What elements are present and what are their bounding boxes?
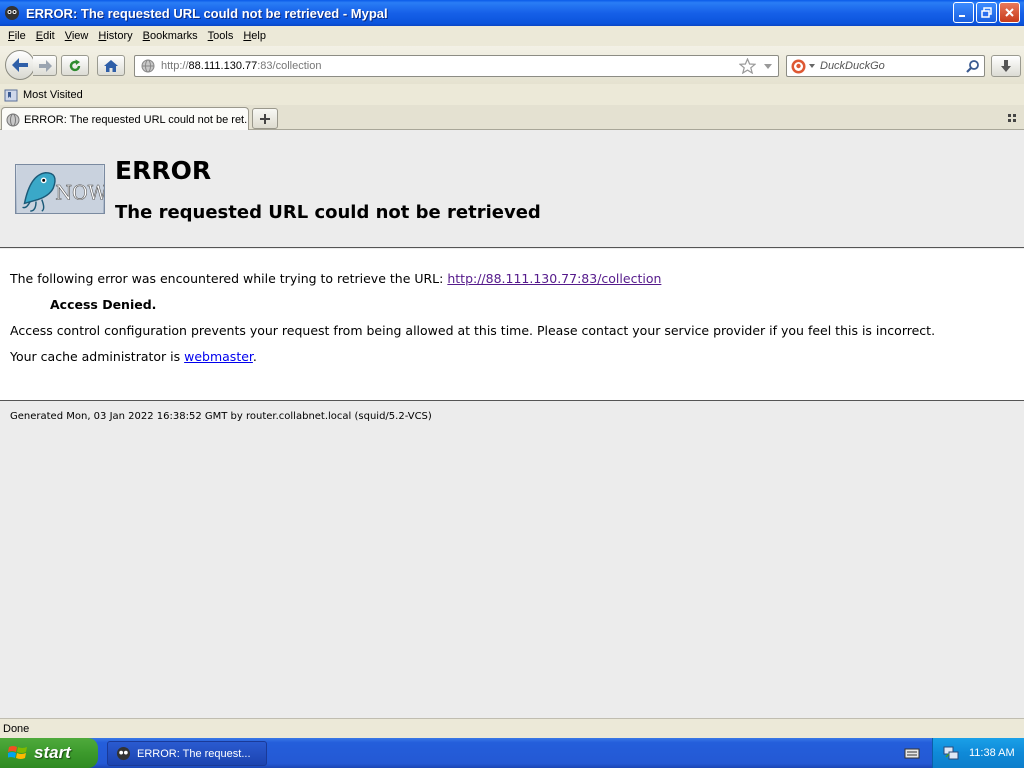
reload-icon	[69, 59, 81, 71]
navigation-toolbar: http://88.111.130.77:83/collection DuckD…	[0, 46, 1024, 84]
taskbar-item-label: ERROR: The request...	[137, 747, 251, 760]
most-visited-bookmark[interactable]: Most Visited	[23, 89, 83, 101]
forward-arrow-icon	[38, 59, 52, 72]
menu-help[interactable]: Help	[238, 30, 271, 42]
duckduckgo-icon[interactable]	[791, 59, 806, 74]
requested-url-link[interactable]: http://88.111.130.77:83/collection	[447, 271, 661, 286]
page-globe-icon	[6, 113, 20, 126]
mypal-app-icon	[5, 6, 19, 20]
access-denied-text: Access Denied.	[50, 297, 157, 312]
search-box[interactable]: DuckDuckGo	[786, 55, 985, 77]
status-bar: Done	[0, 718, 1024, 738]
search-input[interactable]: DuckDuckGo	[820, 60, 885, 72]
menu-bar: File Edit View History Bookmarks Tools H…	[0, 26, 1024, 46]
url-bar[interactable]: http://88.111.130.77:83/collection	[134, 55, 779, 77]
mypal-app-icon	[116, 746, 131, 761]
tab-strip: ERROR: The requested URL could not be re…	[0, 105, 1024, 131]
menu-file[interactable]: File	[3, 30, 31, 42]
svg-text:NOW: NOW	[55, 182, 105, 205]
star-icon[interactable]	[739, 58, 756, 74]
taskbar: start ERROR: The request... 11:38 AM	[0, 738, 1024, 768]
menu-history[interactable]: History	[93, 30, 137, 42]
menu-bookmarks[interactable]: Bookmarks	[138, 30, 203, 42]
page-content: NOW ERROR The requested URL could not be…	[0, 130, 1024, 718]
windows-logo-icon	[8, 746, 27, 759]
menu-tools[interactable]: Tools	[203, 30, 239, 42]
error-intro: The following error was encountered whil…	[10, 271, 662, 286]
taskbar-item-browser[interactable]: ERROR: The request...	[107, 741, 267, 766]
home-button[interactable]	[97, 55, 125, 76]
start-label: start	[34, 743, 71, 762]
search-icon[interactable]	[965, 59, 980, 74]
error-header: NOW ERROR The requested URL could not be…	[0, 130, 1024, 248]
restore-button[interactable]	[976, 2, 997, 23]
reload-button[interactable]	[61, 55, 89, 76]
error-explanation: Access control configuration prevents yo…	[10, 323, 936, 338]
minimize-button[interactable]	[953, 2, 974, 23]
downloads-button[interactable]	[991, 55, 1021, 77]
bookmarks-toolbar: Most Visited	[0, 84, 1024, 105]
page-title: ERROR	[115, 156, 212, 185]
menu-edit[interactable]: Edit	[31, 30, 60, 42]
globe-icon	[141, 59, 155, 73]
back-button[interactable]	[5, 50, 35, 80]
forward-button[interactable]	[33, 55, 57, 76]
clock[interactable]: 11:38 AM	[969, 747, 1015, 759]
cache-admin-text: Your cache administrator is webmaster.	[10, 349, 257, 364]
engine-dropdown-icon[interactable]	[809, 63, 815, 69]
window-titlebar[interactable]: ERROR: The requested URL could not be re…	[0, 0, 1024, 26]
network-icon[interactable]	[943, 745, 959, 761]
page-subtitle: The requested URL could not be retrieved	[115, 202, 541, 223]
status-text: Done	[3, 722, 30, 735]
url-text[interactable]: http://88.111.130.77:83/collection	[161, 60, 321, 72]
tab-label: ERROR: The requested URL could not be re…	[24, 113, 248, 126]
squid-now-logo: NOW	[15, 164, 105, 214]
start-button[interactable]: start	[0, 738, 98, 768]
menu-view[interactable]: View	[60, 30, 94, 42]
keyboard-icon[interactable]	[904, 746, 920, 760]
new-tab-button[interactable]	[252, 108, 278, 129]
tab-list-icon[interactable]	[1008, 113, 1018, 123]
window-title: ERROR: The requested URL could not be re…	[26, 5, 388, 21]
minimize-icon	[959, 15, 965, 17]
chevron-down-icon[interactable]	[763, 59, 773, 73]
window-controls	[953, 2, 1020, 23]
system-tray: 11:38 AM	[932, 738, 1024, 768]
back-arrow-icon	[12, 58, 28, 72]
restore-icon	[981, 7, 992, 18]
tab-active[interactable]: ERROR: The requested URL could not be re…	[1, 107, 249, 131]
generated-footer: Generated Mon, 03 Jan 2022 16:38:52 GMT …	[10, 411, 432, 422]
home-icon	[104, 59, 118, 72]
plus-icon	[260, 113, 270, 124]
webmaster-link[interactable]: webmaster	[184, 349, 253, 364]
error-body: The following error was encountered whil…	[0, 249, 1024, 401]
close-icon	[1005, 8, 1014, 17]
bookmark-folder-icon	[4, 89, 18, 101]
download-icon	[1001, 60, 1011, 72]
close-button[interactable]	[999, 2, 1020, 23]
